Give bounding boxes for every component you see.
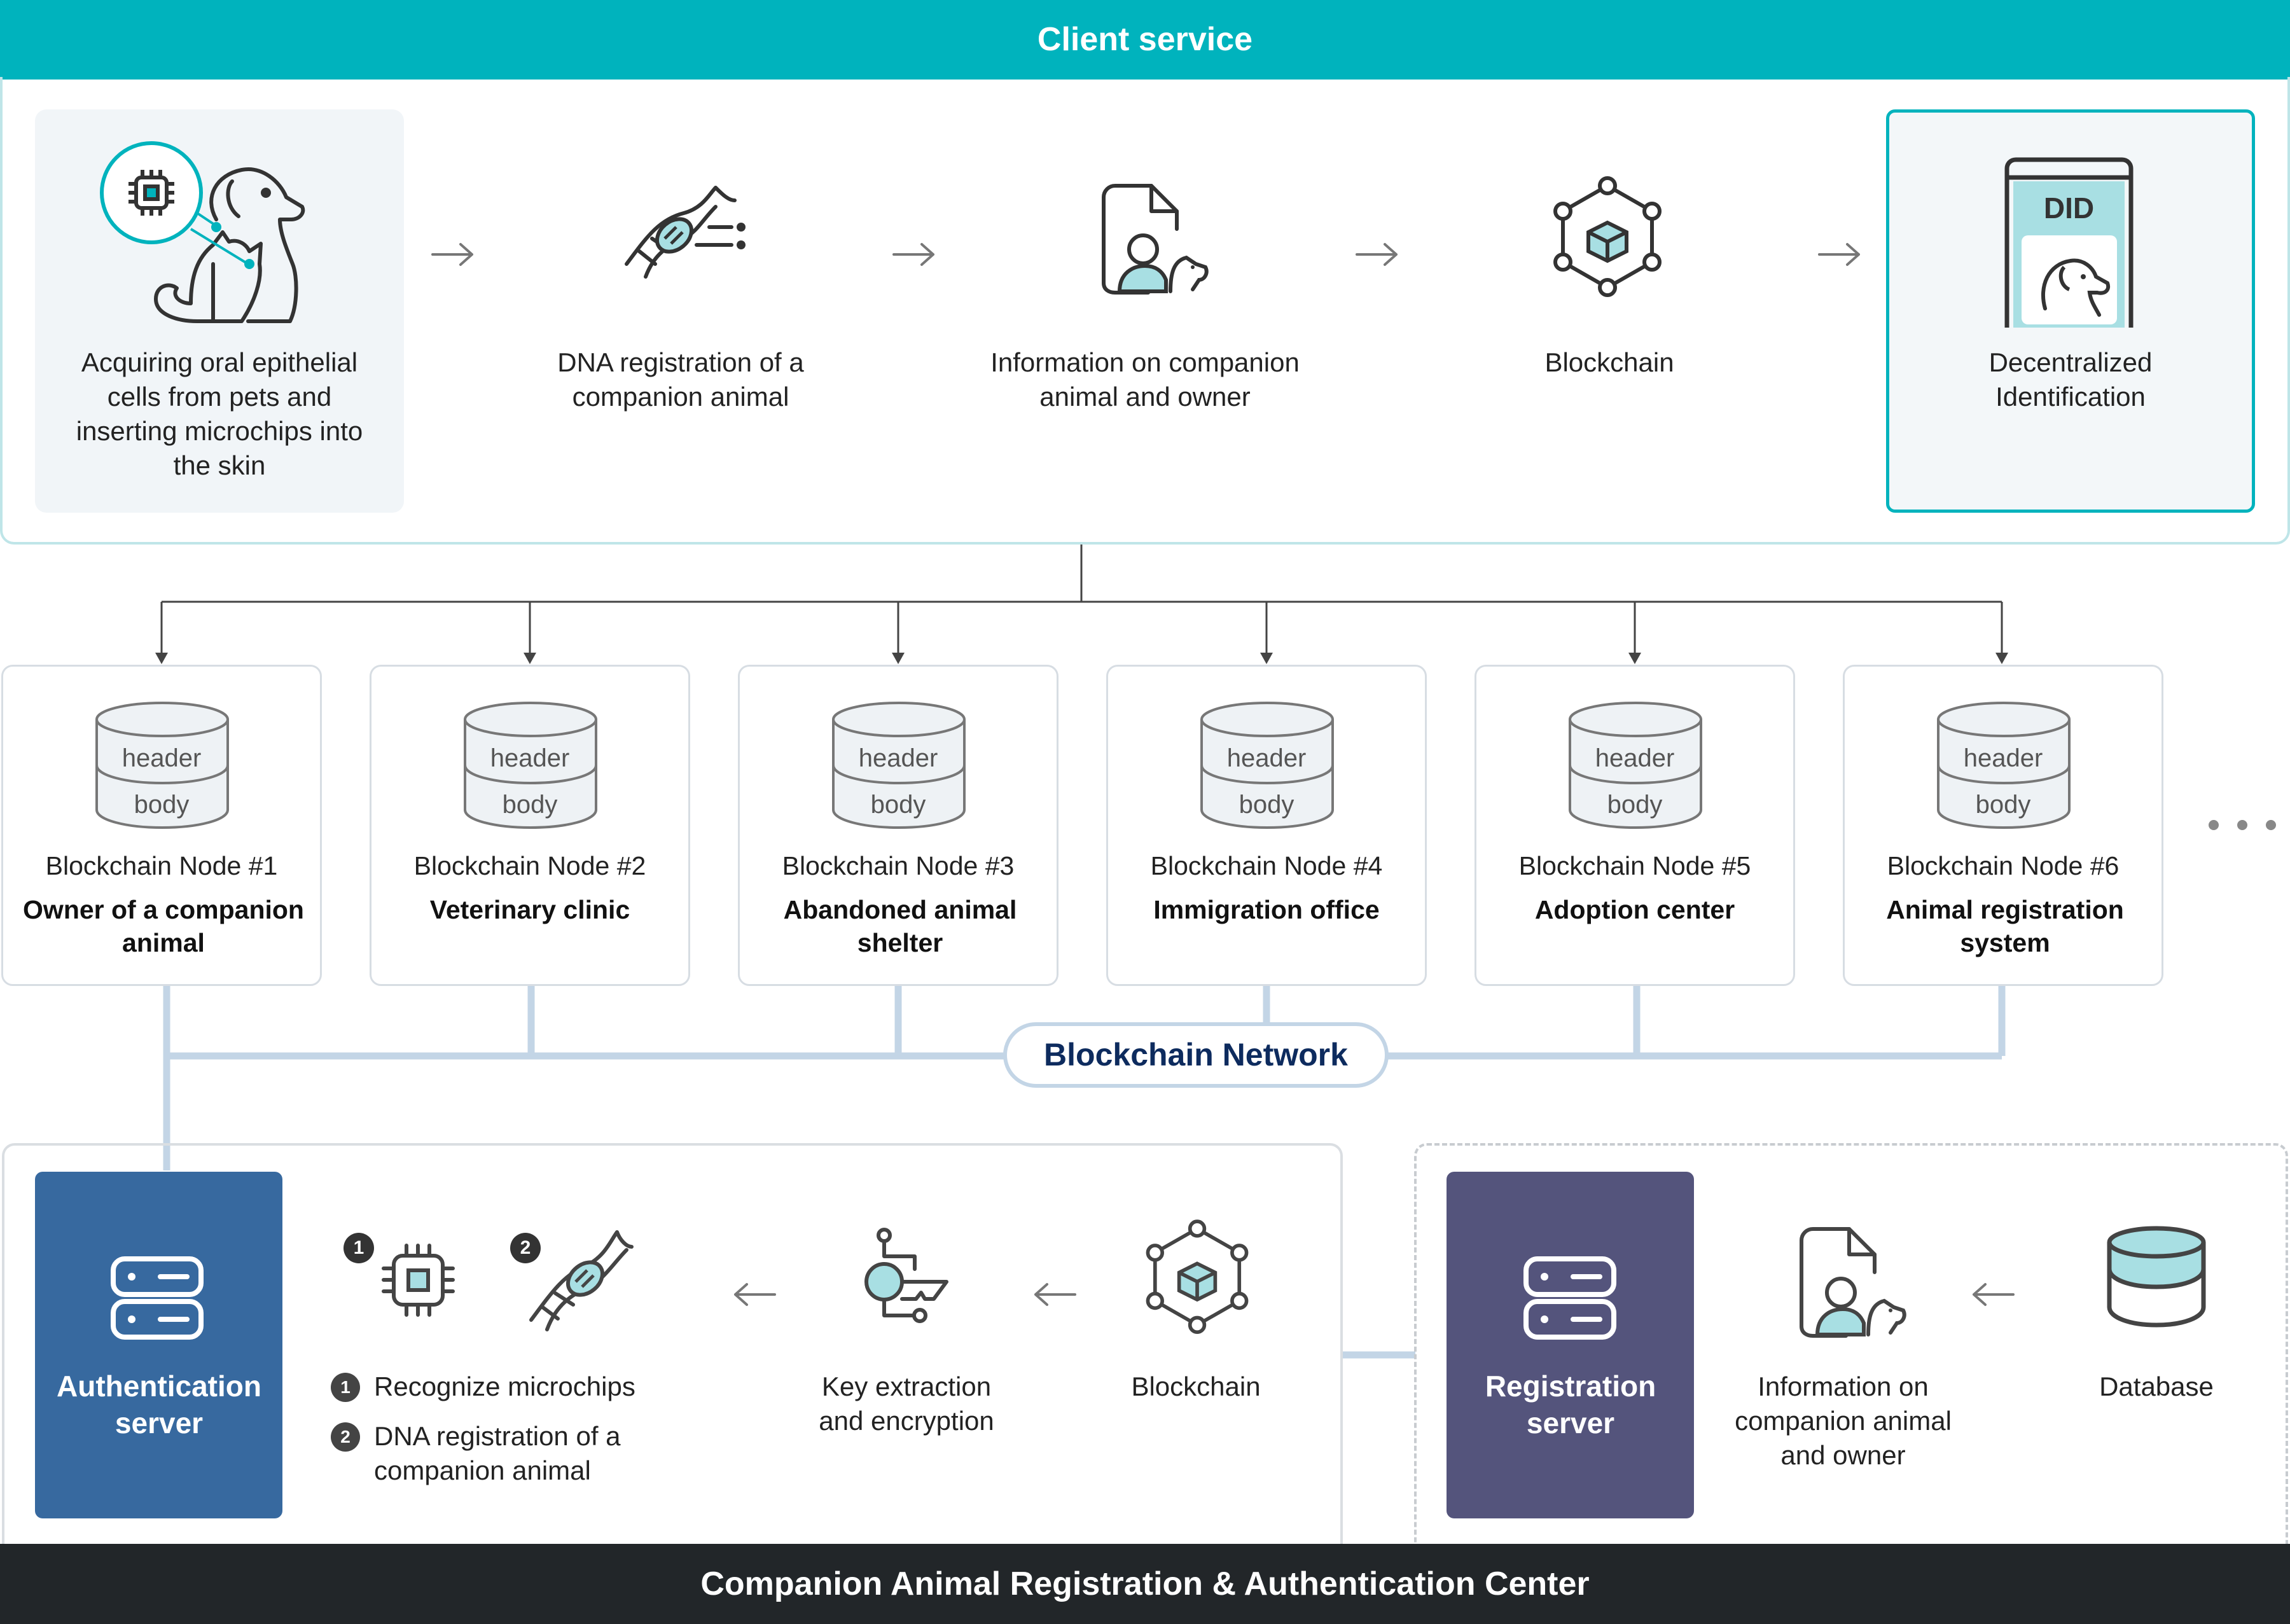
- authentication-server-card: [35, 1172, 282, 1518]
- key-extraction-label: Key extraction and encryption: [819, 1371, 994, 1436]
- list-badge-2: 2: [331, 1422, 360, 1452]
- authentication-server-label: Authentication server: [57, 1370, 261, 1440]
- blockchain-icon: [1146, 1219, 1249, 1335]
- database-label: Database: [2099, 1371, 2214, 1401]
- owner-document-icon: [1800, 1227, 1906, 1338]
- footer-title: Companion Animal Registration & Authenti…: [700, 1565, 1590, 1602]
- blockchain-network-label: Blockchain Network: [1044, 1037, 1348, 1072]
- auth-item-1: Recognize microchips: [374, 1371, 635, 1401]
- auth-blockchain-label: Blockchain: [1131, 1371, 1261, 1401]
- auth-arrows: [734, 1283, 1076, 1306]
- auth-item-2: DNA registration of a companion animal: [374, 1421, 621, 1485]
- registration-server-label: Registration server: [1485, 1370, 1656, 1440]
- registration-server-card: [1447, 1172, 1694, 1518]
- database-icon: [2107, 1226, 2206, 1328]
- step-badge-1: 1: [344, 1233, 374, 1263]
- step-badge-2: 2: [510, 1233, 541, 1263]
- key-extraction-icon: [864, 1228, 948, 1323]
- arrow-left-icon: [1034, 1283, 1076, 1306]
- registration-info-label: Information on companion animal and owne…: [1735, 1371, 1952, 1470]
- arrow-left-icon: [1973, 1283, 2015, 1306]
- arrow-left-icon: [734, 1283, 776, 1306]
- registration-arrow: [1973, 1283, 2015, 1306]
- server-icon: [1523, 1256, 1616, 1340]
- list-badge-1: 1: [331, 1373, 360, 1402]
